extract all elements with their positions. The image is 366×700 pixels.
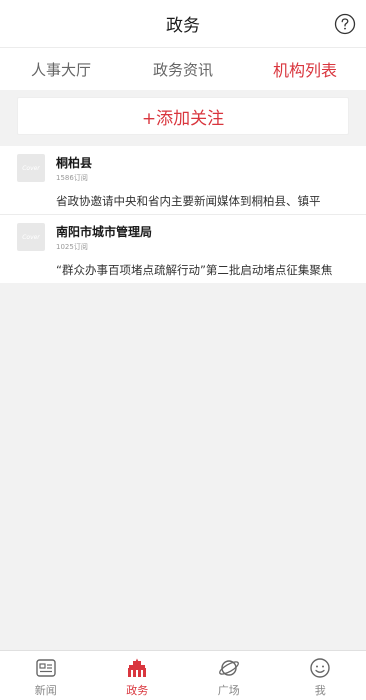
nav-news[interactable]: 新闻 [0,651,92,700]
org-subscriber-count: 1025订阅 [56,243,88,251]
org-logo-text: Cover [22,164,40,172]
nav-news-label: 新闻 [34,684,57,697]
nav-square[interactable]: 广场 [183,651,275,700]
org-logo-text: Cover [22,233,40,241]
user-icon [310,658,330,678]
top-header: 政务 [0,0,366,48]
tab-government-news[interactable]: 政务资讯 [122,48,244,90]
nav-square-label: 广场 [217,684,240,697]
org-latest-news[interactable]: “群众办事百项堵点疏解行动”第二批启动堵点征集聚焦 [56,262,362,278]
org-subscriber-count: 1586订阅 [56,174,88,182]
list-item[interactable]: Cover 南阳市城市管理局 1025订阅 “群众办事百项堵点疏解行动”第二批启… [0,215,366,283]
government-building-icon [128,658,147,677]
org-logo: Cover [17,223,45,251]
tab-personnel-hall[interactable]: 人事大厅 [0,48,122,90]
nav-me[interactable]: 我 [275,651,366,700]
bottom-navigation: 新闻 政务 广场 我 [0,650,366,700]
nav-government[interactable]: 政务 [92,651,184,700]
org-latest-news[interactable]: 省政协邀请中央和省内主要新闻媒体到桐柏县、镇平 [56,193,362,209]
nav-government-label: 政务 [126,684,149,697]
nav-me-label: 我 [314,684,326,697]
tab-bar: 人事大厅 政务资讯 机构列表 [0,48,366,90]
org-name: 桐柏县 [56,156,93,170]
page-title: 政务 [166,16,200,36]
org-name: 南阳市城市管理局 [56,225,153,239]
tab-organization-list[interactable]: 机构列表 [244,48,366,90]
list-item[interactable]: Cover 桐柏县 1586订阅 省政协邀请中央和省内主要新闻媒体到桐柏县、镇平 [0,146,366,215]
organization-list: Cover 桐柏县 1586订阅 省政协邀请中央和省内主要新闻媒体到桐柏县、镇平… [0,146,366,283]
help-icon[interactable] [334,13,356,35]
add-follow-button[interactable]: +添加关注 [17,97,349,135]
planet-icon [218,660,239,676]
news-icon [36,659,56,677]
org-logo: Cover [17,154,45,182]
